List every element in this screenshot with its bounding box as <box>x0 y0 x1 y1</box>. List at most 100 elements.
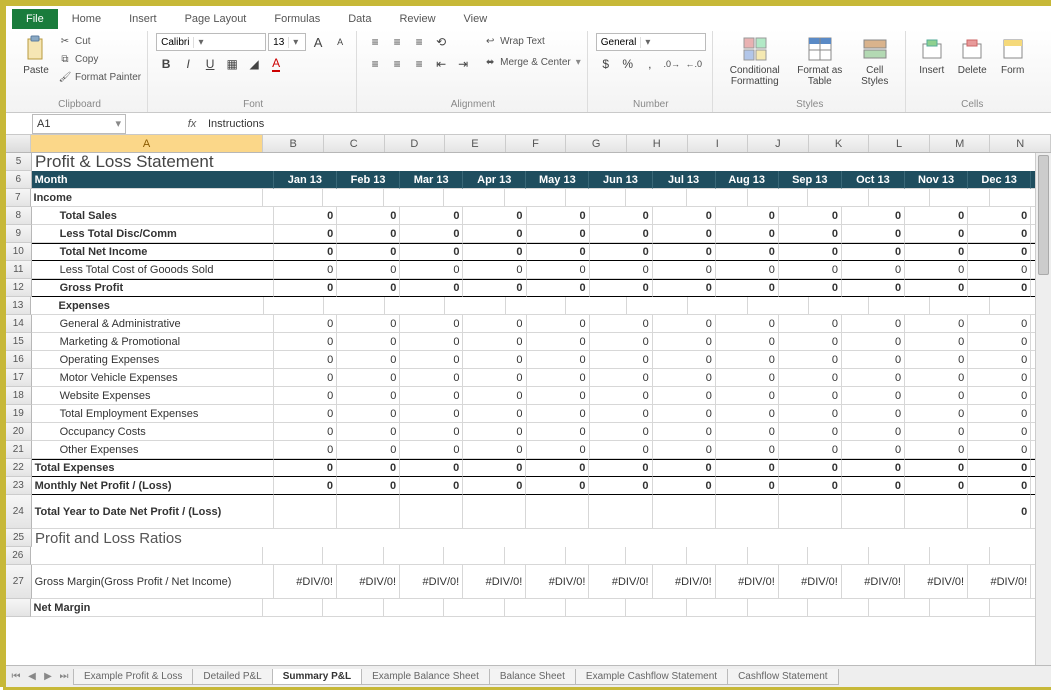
cell[interactable]: 0 <box>968 477 1031 495</box>
cell[interactable]: 0 <box>590 261 653 279</box>
decrease-indent-button[interactable]: ⇤ <box>431 55 451 73</box>
cell[interactable]: 0 <box>590 351 653 369</box>
cell[interactable]: 0 <box>779 441 842 459</box>
insert-cells-button[interactable]: Insert <box>914 33 950 78</box>
cell[interactable]: 0 <box>842 369 905 387</box>
cell[interactable]: #DIV/0! <box>779 565 842 599</box>
tab-review[interactable]: Review <box>385 9 449 29</box>
col-header-E[interactable]: E <box>445 135 506 152</box>
row-header[interactable]: 25 <box>6 529 32 547</box>
cell[interactable] <box>505 599 566 617</box>
cell[interactable] <box>869 599 930 617</box>
vertical-scrollbar[interactable] <box>1035 153 1051 665</box>
cell[interactable]: 0 <box>842 333 905 351</box>
cell[interactable]: 0 <box>716 441 779 459</box>
cell[interactable]: 0 <box>463 261 526 279</box>
cell[interactable] <box>506 297 567 315</box>
cell[interactable]: 0 <box>400 261 463 279</box>
cell[interactable]: 0 <box>842 405 905 423</box>
col-header-J[interactable]: J <box>748 135 809 152</box>
cell[interactable]: 0 <box>716 333 779 351</box>
cell[interactable] <box>687 189 748 207</box>
cell[interactable] <box>688 297 749 315</box>
tab-view[interactable]: View <box>450 9 502 29</box>
column-headers[interactable]: ABCDEFGHIJKLMN <box>6 135 1051 153</box>
col-header-F[interactable]: F <box>506 135 567 152</box>
cell[interactable]: 0 <box>842 459 905 477</box>
cell[interactable]: 0 <box>968 441 1031 459</box>
cell[interactable]: 0 <box>590 441 653 459</box>
cell[interactable]: Profit and Loss Ratios <box>32 529 1042 547</box>
cell[interactable] <box>842 495 905 529</box>
cell[interactable]: 0 <box>716 207 779 225</box>
font-name-combo[interactable]: Calibri▾ <box>156 33 266 51</box>
cell[interactable]: 0 <box>527 387 590 405</box>
cell[interactable]: Monthly Net Profit / (Loss) <box>32 477 274 495</box>
cell[interactable]: 0 <box>400 225 463 243</box>
underline-button[interactable]: U <box>200 55 220 73</box>
cell[interactable] <box>808 189 869 207</box>
cell[interactable]: 0 <box>274 279 337 297</box>
cell[interactable]: 0 <box>905 351 968 369</box>
cell[interactable]: 0 <box>968 351 1031 369</box>
cell[interactable]: 0 <box>716 423 779 441</box>
cell[interactable] <box>869 547 930 565</box>
cell[interactable]: 0 <box>590 405 653 423</box>
paste-button[interactable]: Paste <box>18 33 54 78</box>
delete-cells-button[interactable]: Delete <box>954 33 991 78</box>
cell[interactable]: 0 <box>905 315 968 333</box>
cell[interactable]: 0 <box>527 243 590 261</box>
cell[interactable]: 0 <box>716 459 779 477</box>
cell[interactable]: 0 <box>274 423 337 441</box>
cell[interactable]: Sep 13 <box>779 171 842 189</box>
cell[interactable]: 0 <box>527 279 590 297</box>
cell[interactable]: 0 <box>337 369 400 387</box>
row-header[interactable]: 5 <box>6 153 32 171</box>
cell[interactable]: Jul 13 <box>653 171 716 189</box>
cell[interactable]: 0 <box>905 423 968 441</box>
cell[interactable]: 0 <box>400 333 463 351</box>
cell[interactable]: 0 <box>400 387 463 405</box>
cell[interactable]: 0 <box>337 423 400 441</box>
cell[interactable] <box>748 599 809 617</box>
cell[interactable]: 0 <box>274 225 337 243</box>
cell[interactable] <box>930 297 991 315</box>
cell[interactable]: 0 <box>400 351 463 369</box>
row-header[interactable]: 11 <box>6 261 32 279</box>
sheet-tab[interactable]: Summary P&L <box>272 669 362 685</box>
format-as-table-button[interactable]: Format as Table <box>793 33 847 89</box>
cell[interactable]: 0 <box>274 477 337 495</box>
cell[interactable] <box>385 297 446 315</box>
cell[interactable]: #DIV/0! <box>653 565 716 599</box>
row-header[interactable]: 27 <box>6 565 32 599</box>
col-header-C[interactable]: C <box>324 135 385 152</box>
sheet-tab[interactable]: Balance Sheet <box>489 669 576 685</box>
cell[interactable]: 0 <box>463 243 526 261</box>
percent-button[interactable]: % <box>618 55 638 73</box>
cell[interactable]: 0 <box>400 423 463 441</box>
cell[interactable] <box>463 495 526 529</box>
cell[interactable] <box>930 547 991 565</box>
wrap-text-button[interactable]: ↩Wrap Text <box>483 33 581 50</box>
cell[interactable]: 0 <box>653 369 716 387</box>
cell[interactable]: 0 <box>400 243 463 261</box>
cell[interactable]: 0 <box>337 351 400 369</box>
tab-home[interactable]: Home <box>58 9 115 29</box>
cell[interactable]: 0 <box>842 225 905 243</box>
cell[interactable]: May 13 <box>526 171 589 189</box>
cell[interactable] <box>263 599 324 617</box>
cell[interactable]: 0 <box>590 207 653 225</box>
cell-styles-button[interactable]: Cell Styles <box>851 33 899 89</box>
cell[interactable]: 0 <box>400 279 463 297</box>
cell[interactable]: 0 <box>590 387 653 405</box>
increase-font-button[interactable]: A <box>308 33 328 51</box>
cell[interactable]: 0 <box>905 261 968 279</box>
next-sheet-button[interactable]: ▶ <box>40 669 56 685</box>
fx-icon[interactable]: fx <box>182 118 202 130</box>
cell[interactable]: 0 <box>337 441 400 459</box>
cell[interactable] <box>323 599 384 617</box>
cell[interactable]: 0 <box>716 279 779 297</box>
cell[interactable]: 0 <box>905 477 968 495</box>
cell[interactable]: 0 <box>716 405 779 423</box>
cell[interactable]: 0 <box>527 207 590 225</box>
